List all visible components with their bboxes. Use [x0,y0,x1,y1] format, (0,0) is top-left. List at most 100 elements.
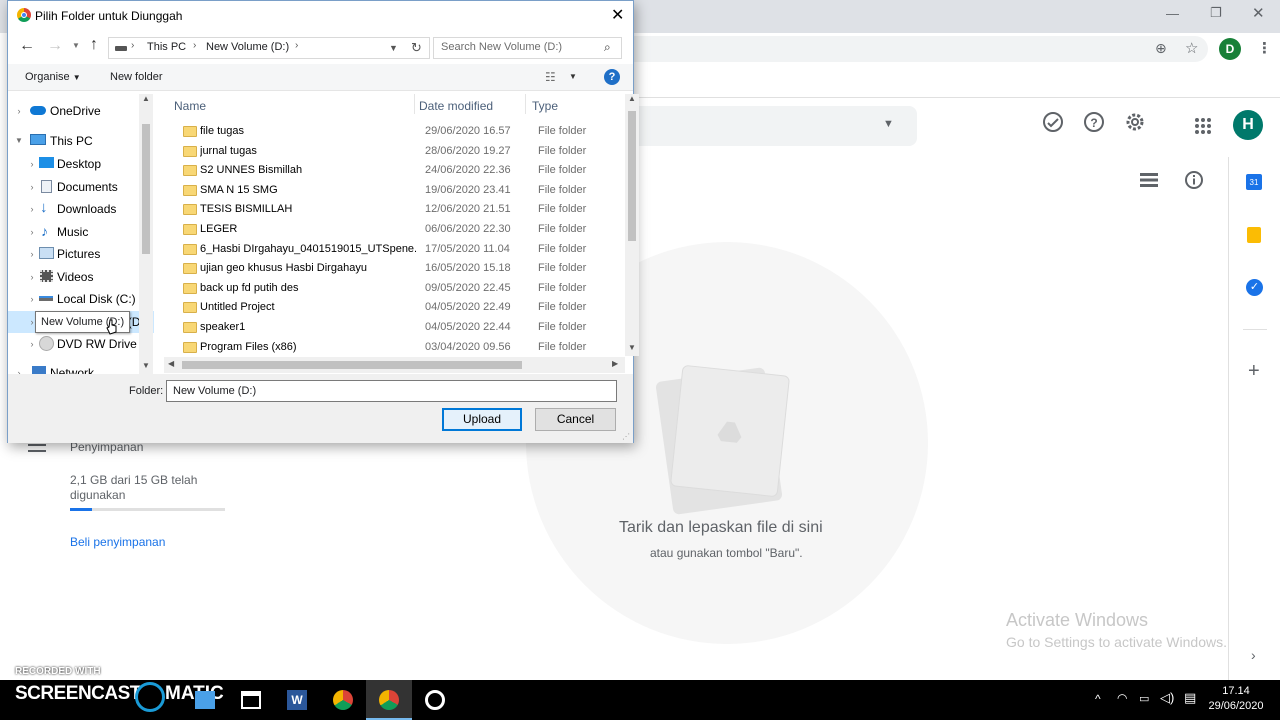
expand-panel-icon[interactable]: › [1251,647,1256,663]
nav-item-music[interactable]: › ♪ Music [8,221,154,243]
address-bar[interactable] [633,36,1208,62]
breadcrumb-new-volume[interactable]: New Volume (D:) [206,41,289,53]
file-row[interactable]: file tugas 29/06/2020 16.57 File folder [164,122,624,142]
apps-grid-icon[interactable] [1194,117,1212,135]
notification-icon[interactable]: ▤ [1184,690,1196,706]
breadcrumb-this-pc[interactable]: This PC [147,41,186,53]
word-taskbar-icon[interactable]: W [287,690,307,710]
recent-locations-icon[interactable]: ▼ [72,41,80,50]
scroll-thumb[interactable] [182,361,522,369]
add-addon-icon[interactable]: + [1248,360,1260,383]
list-view-icon[interactable] [1140,172,1158,188]
expand-arrow-icon[interactable]: › [13,100,25,122]
nav-item-this-pc[interactable]: ▼ This PC [8,130,154,152]
account-avatar[interactable]: H [1233,110,1263,140]
keep-icon[interactable] [1247,227,1261,243]
cancel-button[interactable]: Cancel [535,408,616,431]
file-row[interactable]: ujian geo khusus Hasbi Dirgahayu 16/05/20… [164,259,624,279]
expand-arrow-icon[interactable]: › [26,153,38,175]
settings-gear-icon[interactable] [1121,111,1149,139]
tray-overflow-icon[interactable]: ^ [1095,692,1101,706]
nav-item-pictures[interactable]: › Pictures [8,243,154,265]
battery-icon[interactable]: ▭ [1139,692,1149,705]
help-icon[interactable]: ? [604,69,620,85]
view-options-icon[interactable]: ☷ [545,70,556,84]
expand-arrow-icon[interactable]: › [26,176,38,198]
scroll-thumb[interactable] [142,124,150,254]
nav-item-dvd-drive[interactable]: › DVD RW Drive (F [8,333,154,355]
scroll-left-icon[interactable]: ◀ [168,359,174,368]
help-icon[interactable]: ? [1080,111,1108,139]
scroll-down-icon[interactable]: ▼ [142,361,150,370]
expand-arrow-icon[interactable]: › [26,198,38,220]
file-row[interactable]: S2 UNNES Bismillah 24/06/2020 22.36 File f… [164,161,624,181]
nav-item-downloads[interactable]: › ↓ Downloads [8,198,154,220]
nav-item-local-disk-c[interactable]: › Local Disk (C:) [8,288,154,310]
expand-arrow-icon[interactable]: › [26,221,38,243]
taskbar-clock[interactable]: 17.14 29/06/2020 [1204,684,1268,714]
volume-icon[interactable]: ◁) [1160,690,1174,706]
expand-arrow-icon[interactable]: › [26,243,38,265]
install-app-icon[interactable]: ⊕ [1155,40,1167,57]
screencast-taskbar-icon[interactable] [425,690,445,710]
scroll-up-icon[interactable]: ▲ [628,94,636,103]
restore-window-button[interactable]: ❐ [1210,5,1222,21]
organise-menu[interactable]: Organise ▼ [25,71,81,83]
collapse-arrow-icon[interactable]: ▼ [13,130,25,152]
up-arrow-icon[interactable]: ↑ [90,36,98,54]
close-window-button[interactable]: ✕ [1252,4,1265,22]
column-header-type[interactable]: Type [532,99,558,113]
scroll-thumb[interactable] [628,111,636,241]
file-row[interactable]: speaker1 04/05/2020 22.44 File folder [164,318,624,338]
offline-status-icon[interactable] [1039,111,1067,139]
resize-grip-icon[interactable]: ⋰ [622,432,630,441]
file-row[interactable]: jurnal tugas 28/06/2020 19.27 File folder [164,142,624,162]
tasks-icon[interactable]: ✓ [1246,279,1263,296]
drive-search-bar[interactable]: ▼ [633,106,917,146]
nav-item-desktop[interactable]: › Desktop [8,153,154,175]
file-row[interactable]: Program Files (x86) 03/04/2020 09.56 File … [164,338,624,358]
file-row[interactable]: LEGER 06/06/2020 22.30 File folder [164,220,624,240]
address-breadcrumb[interactable]: › This PC › New Volume (D:) › ▼ ↻ [108,37,430,59]
file-row[interactable]: 6_Hasbi DIrgahayu_0401519015_UTSpene... 1… [164,240,624,260]
expand-arrow-icon[interactable]: › [26,288,38,310]
file-row[interactable]: TESIS BISMILLAH 12/06/2020 21.51 File fold… [164,200,624,220]
view-dropdown-icon[interactable]: ▼ [569,72,577,81]
expand-arrow-icon[interactable]: › [26,333,38,355]
file-row[interactable]: Untitled Project 04/05/2020 22.49 File fol… [164,298,624,318]
nav-item-documents[interactable]: › Documents [8,176,154,198]
buy-storage-link[interactable]: Beli penyimpanan [70,535,165,549]
file-list-vertical-scrollbar[interactable]: ▲ ▼ [625,94,639,356]
expand-arrow-icon[interactable]: › [26,266,38,288]
profile-avatar[interactable]: D [1219,38,1241,60]
nav-item-videos[interactable]: › Videos [8,266,154,288]
chrome-taskbar-icon[interactable] [333,690,353,710]
forward-arrow-icon[interactable]: → [47,37,63,55]
file-row[interactable]: SMA N 15 SMG 19/06/2020 23.41 File folder [164,181,624,201]
scroll-up-icon[interactable]: ▲ [142,94,150,103]
search-icon[interactable]: ⌕ [604,40,611,55]
file-row[interactable]: back up fd putih des 09/05/2020 22.45 File… [164,279,624,299]
dialog-close-icon[interactable]: ✕ [611,5,624,25]
nav-item-onedrive[interactable]: › OneDrive [8,100,154,122]
file-list-horizontal-scrollbar[interactable]: ◀ ▶ [164,357,625,373]
column-header-date[interactable]: Date modified [419,99,493,113]
expand-arrow-icon[interactable]: › [13,362,25,374]
nav-item-network[interactable]: › Network [8,362,154,374]
search-options-icon[interactable]: ▼ [883,118,894,130]
calendar-icon[interactable]: 31 [1246,174,1262,190]
store-taskbar-icon[interactable] [241,691,261,709]
back-arrow-icon[interactable]: ← [19,37,35,55]
dialog-search-input[interactable]: Search New Volume (D:) ⌕ [433,37,622,59]
folder-name-input[interactable]: New Volume (D:) [166,380,617,402]
minimize-window-button[interactable]: — [1166,6,1179,21]
bookmark-star-icon[interactable]: ☆ [1185,39,1198,57]
wifi-icon[interactable]: ◠ [1117,691,1127,705]
upload-button[interactable]: Upload [442,408,522,431]
file-explorer-taskbar-icon[interactable] [195,691,215,709]
refresh-icon[interactable]: ↻ [411,40,422,56]
address-dropdown-icon[interactable]: ▼ [389,43,398,53]
new-folder-button[interactable]: New folder [110,71,163,83]
column-header-name[interactable]: Name [174,99,206,113]
chrome-menu-icon[interactable]: ⋮ [1257,39,1272,57]
